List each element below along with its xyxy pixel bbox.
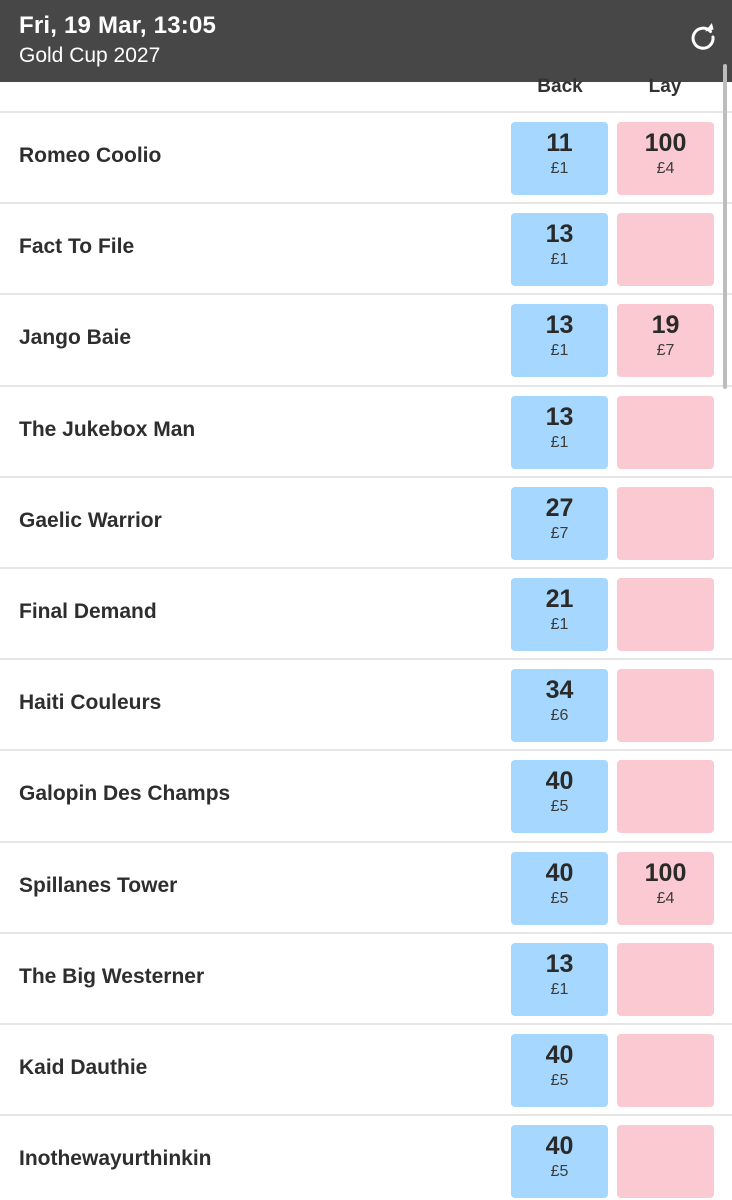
back-stake: £5 xyxy=(550,1163,569,1181)
back-odds-button[interactable]: 13 £1 xyxy=(511,942,608,1016)
runner-name: Gaelic Warrior xyxy=(19,508,162,532)
lay-odds-button[interactable] xyxy=(617,486,714,560)
back-odds-button[interactable]: 13 £1 xyxy=(511,304,608,378)
back-odds-button[interactable]: 40 £5 xyxy=(511,1033,608,1107)
back-odds-button[interactable]: 11 £1 xyxy=(511,122,608,195)
lay-odds-button[interactable] xyxy=(617,942,714,1016)
back-price: 27 xyxy=(545,493,574,522)
runner-name: Romeo Coolio xyxy=(19,144,162,167)
event-name: Gold Cup 2027 xyxy=(19,44,161,67)
lay-stake: £4 xyxy=(656,160,675,177)
back-stake: £1 xyxy=(550,615,569,633)
runner-name: Fact To File xyxy=(19,235,135,259)
back-price: 40 xyxy=(545,1132,574,1161)
lay-stake: £7 xyxy=(656,342,675,360)
back-price: 21 xyxy=(545,584,574,613)
back-price: 40 xyxy=(545,858,574,887)
runner-row: Kaid Dauthie 40 £5 xyxy=(0,1025,732,1117)
back-stake: £6 xyxy=(550,707,569,725)
lay-price: 19 xyxy=(651,311,680,340)
back-odds-button[interactable]: 40 £5 xyxy=(511,1125,608,1199)
back-price: 13 xyxy=(545,402,574,431)
back-price: 40 xyxy=(545,1040,574,1069)
runner-row: Romeo Coolio 11 £1 100 £4 xyxy=(0,113,732,205)
lay-odds-button[interactable] xyxy=(617,1125,714,1199)
runner-row: Spillanes Tower 40 £5 100 £4 xyxy=(0,843,732,934)
back-price: 13 xyxy=(545,220,574,249)
lay-odds-button[interactable] xyxy=(617,395,714,469)
runner-name: The Jukebox Man xyxy=(19,417,196,441)
runner-row: The Jukebox Man 13 £1 xyxy=(0,387,732,478)
back-odds-button[interactable]: 27 £7 xyxy=(511,486,608,560)
back-odds-button[interactable]: 40 £5 xyxy=(511,851,608,925)
market-header: Fri, 19 Mar, 13:05 Gold Cup 2027 xyxy=(0,0,732,82)
back-price: 34 xyxy=(545,676,574,705)
back-odds-button[interactable]: 13 £1 xyxy=(511,395,608,469)
runner-name: Jango Baie xyxy=(19,326,132,350)
lay-odds-button[interactable]: 100 £4 xyxy=(617,851,714,925)
runner-row: Haiti Couleurs 34 £6 xyxy=(0,660,732,752)
back-column-header: Back xyxy=(537,76,583,97)
lay-price: 100 xyxy=(644,858,687,887)
lay-stake: £4 xyxy=(656,889,675,907)
back-odds-button[interactable]: 13 £1 xyxy=(511,213,608,287)
back-stake: £1 xyxy=(550,980,569,998)
runner-row: Fact To File 13 £1 xyxy=(0,204,732,296)
back-odds-button[interactable]: 40 £5 xyxy=(511,760,608,834)
back-stake: £5 xyxy=(550,798,569,816)
back-stake: £7 xyxy=(550,524,569,542)
lay-odds-button[interactable]: 19 £7 xyxy=(617,304,714,378)
lay-odds-button[interactable]: 100 £4 xyxy=(617,122,714,195)
scrollbar[interactable] xyxy=(723,64,727,389)
lay-column-header: Lay xyxy=(648,76,682,97)
runner-row: Jango Baie 13 £1 19 £7 xyxy=(0,295,732,387)
runner-name: Final Demand xyxy=(19,599,157,623)
runner-name: Spillanes Tower xyxy=(19,873,178,897)
lay-price: 100 xyxy=(644,129,687,157)
back-stake: £1 xyxy=(550,251,569,269)
lay-odds-button[interactable] xyxy=(617,760,714,834)
runner-name: Haiti Couleurs xyxy=(19,691,162,715)
runner-name: Galopin Des Champs xyxy=(19,782,231,806)
runner-row: Gaelic Warrior 27 £7 xyxy=(0,478,732,569)
back-stake: £5 xyxy=(550,889,569,907)
runner-row: Galopin Des Champs 40 £5 xyxy=(0,751,732,843)
back-price: 11 xyxy=(546,129,573,157)
lay-odds-button[interactable] xyxy=(617,213,714,287)
lay-odds-button[interactable] xyxy=(617,1033,714,1107)
back-price: 40 xyxy=(545,767,574,796)
back-stake: £1 xyxy=(550,433,569,451)
runner-row: Inothewayurthinkin 40 £5 xyxy=(0,1116,732,1200)
back-stake: £1 xyxy=(550,160,569,177)
back-price: 13 xyxy=(545,949,574,978)
lay-odds-button[interactable] xyxy=(617,669,714,743)
event-time: Fri, 19 Mar, 13:05 xyxy=(19,12,217,39)
back-stake: £5 xyxy=(550,1071,569,1089)
runner-name: Kaid Dauthie xyxy=(19,1055,148,1079)
back-price: 13 xyxy=(545,311,574,340)
back-stake: £1 xyxy=(550,342,569,360)
back-odds-button[interactable]: 21 £1 xyxy=(511,577,608,651)
lay-odds-button[interactable] xyxy=(617,577,714,651)
back-odds-button[interactable]: 34 £6 xyxy=(511,669,608,743)
runner-name: Inothewayurthinkin xyxy=(19,1147,212,1171)
runner-name: The Big Westerner xyxy=(19,964,205,988)
column-headers: Back Lay xyxy=(0,76,732,113)
runner-list: Romeo Coolio 11 £1 100 £4 Fact To File 13 £1 Jan… xyxy=(0,113,732,1200)
runner-row: Final Demand 21 £1 xyxy=(0,569,732,661)
refresh-icon[interactable] xyxy=(688,22,718,52)
runner-row: The Big Westerner 13 £1 xyxy=(0,934,732,1025)
